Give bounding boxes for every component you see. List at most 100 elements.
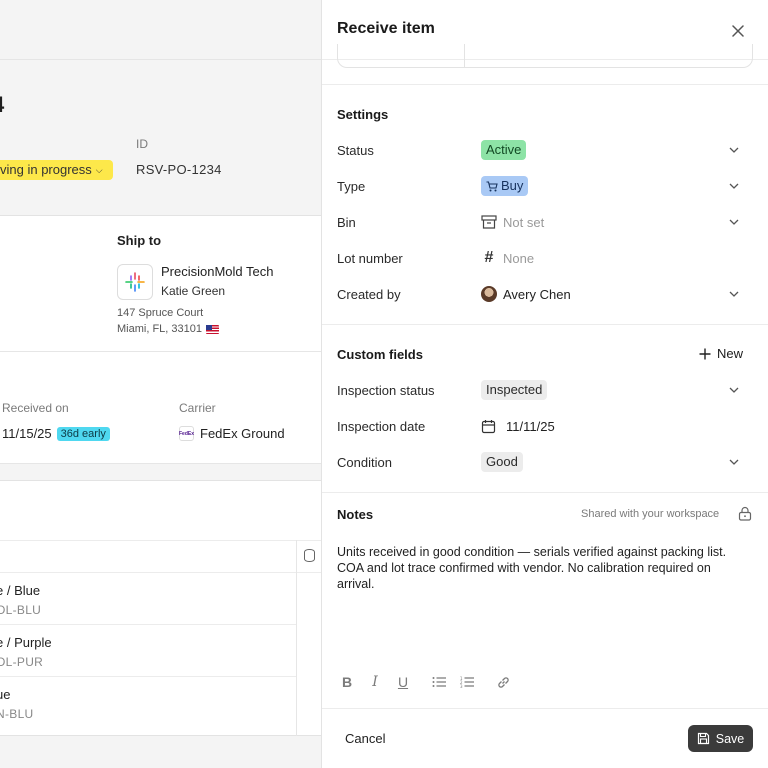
status-field[interactable]: Status Active [322, 136, 768, 164]
company-logo-icon [117, 264, 153, 300]
link-icon[interactable] [493, 672, 513, 692]
item-sku: N-BLU [0, 707, 34, 721]
background-page: 4 ving in progress ⌵ ID RSV-PO-1234 Ship… [0, 0, 321, 768]
cart-icon [486, 180, 498, 191]
settings-title: Settings [337, 107, 389, 122]
new-button-label: New [717, 346, 744, 361]
created-by-label: Created by [337, 287, 401, 302]
early-badge: 36d early [56, 426, 110, 441]
lot-number-label: Lot number [337, 251, 403, 266]
inspection-status-field[interactable]: Inspection status Inspected [322, 376, 768, 404]
notes-editor[interactable]: Units received in good condition — seria… [337, 544, 747, 592]
inspection-date-text: 11/11/25 [506, 418, 555, 434]
table-row[interactable]: e / Purple OL-PUR [0, 625, 296, 677]
ship-to-company: PrecisionMold Tech [161, 264, 274, 279]
item-name: e / Blue [0, 583, 41, 598]
save-icon [697, 732, 709, 745]
order-header: 4 ving in progress ⌵ ID RSV-PO-1234 [0, 60, 321, 216]
lock-icon [738, 506, 752, 521]
chevron-down-icon[interactable] [727, 179, 741, 193]
inspection-date-value: 11/11/25 [481, 416, 555, 436]
status-badge: Active [481, 140, 527, 160]
carrier-label: Carrier [179, 401, 216, 415]
database-icon[interactable] [304, 549, 315, 562]
chevron-down-icon[interactable] [727, 287, 741, 301]
avatar [481, 286, 497, 302]
type-label: Type [337, 179, 366, 194]
drawer-title: Receive item [337, 20, 435, 37]
settings-section: Settings Status Active Type Buy Bin Not … [322, 84, 768, 324]
ship-to-card: Ship to PrecisionMold Tech Katie Green 1… [0, 216, 321, 352]
order-status-label: ving in progress [0, 162, 92, 177]
notes-title: Notes [337, 507, 374, 522]
condition-field[interactable]: Condition Good [322, 448, 768, 476]
inspection-status-badge: Inspected [481, 380, 548, 400]
hash-icon: # [484, 249, 494, 266]
receipt-card: Received on 11/15/25 36d early Carrier F… [0, 352, 321, 464]
condition-label: Condition [337, 455, 392, 470]
save-label: Save [715, 731, 745, 746]
item-name: ue [0, 687, 11, 702]
save-button[interactable]: Save [688, 725, 753, 752]
chevron-down-icon[interactable] [727, 383, 741, 397]
id-label: ID [136, 137, 148, 151]
inspection-date-field[interactable]: Inspection date 11/11/25 [322, 412, 768, 440]
order-status-badge[interactable]: ving in progress ⌵ [0, 160, 113, 180]
chevron-down-icon[interactable] [727, 455, 741, 469]
chevron-down-icon[interactable] [727, 143, 741, 157]
custom-fields-title: Custom fields [337, 347, 423, 362]
type-badge-label: Buy [501, 178, 524, 193]
created-by-name: Avery Chen [503, 286, 571, 302]
item-name: e / Purple [0, 635, 52, 650]
status-label: Status [337, 143, 374, 158]
type-value: Buy [481, 176, 529, 196]
cancel-button[interactable]: Cancel [345, 731, 385, 746]
italic-icon[interactable]: I [365, 672, 385, 692]
us-flag-icon [205, 324, 219, 334]
ship-to-label: Ship to [117, 233, 162, 248]
carrier-name: FedEx Ground [200, 426, 285, 441]
received-on-label: Received on [2, 401, 69, 415]
archive-box-icon [481, 215, 497, 229]
lot-number-text: None [503, 250, 535, 266]
close-icon[interactable] [727, 20, 749, 42]
received-on-date: 11/15/25 [2, 426, 52, 441]
formatting-toolbar: B I U 123 [337, 672, 521, 692]
bin-field[interactable]: Bin Not set [322, 208, 768, 236]
bin-value-text: Not set [503, 214, 545, 230]
bin-value: Not set [481, 212, 544, 232]
numbered-list-icon[interactable]: 123 [457, 672, 477, 692]
bullet-list-icon[interactable] [429, 672, 449, 692]
table-row[interactable]: e / Blue OL-BLU [0, 573, 296, 625]
order-title: 4 [0, 92, 4, 118]
lot-number-value: # None [481, 248, 535, 268]
chevron-down-icon: ⌵ [95, 165, 103, 175]
carrier-value: FedEx FedEx Ground [179, 426, 285, 441]
ship-to-address-line2-text: Miami, FL, 33101 [117, 323, 202, 335]
condition-badge: Good [481, 452, 523, 472]
underline-icon[interactable]: U [393, 672, 413, 692]
lot-number-field[interactable]: Lot number # None [322, 244, 768, 272]
new-custom-field-button[interactable]: New [699, 346, 743, 361]
table-row[interactable]: ue N-BLU [0, 677, 296, 729]
notes-shared-text: Shared with your workspace [581, 508, 720, 520]
status-value: Active [481, 140, 527, 160]
drawer-footer: Cancel Save [322, 708, 768, 768]
ship-to-address-line1: 147 Spruce Court [117, 307, 204, 319]
bold-icon[interactable]: B [337, 672, 357, 692]
inspection-status-value: Inspected [481, 380, 548, 400]
receive-item-drawer: Receive item Settings Status Active Type… [321, 0, 768, 768]
top-bar [0, 0, 321, 60]
column-divider [296, 540, 297, 736]
type-field[interactable]: Type Buy [322, 172, 768, 200]
fedex-logo-icon: FedEx [179, 426, 194, 441]
items-table: e / Blue OL-BLU e / Purple OL-PUR ue N-B… [0, 480, 321, 736]
created-by-value: Avery Chen [481, 284, 571, 304]
chevron-down-icon[interactable] [727, 215, 741, 229]
svg-text:3: 3 [460, 684, 463, 688]
id-value: RSV-PO-1234 [136, 162, 222, 177]
ship-to-address-line2: Miami, FL, 33101 [117, 323, 219, 335]
calendar-icon [481, 419, 496, 433]
created-by-field[interactable]: Created by Avery Chen [322, 280, 768, 308]
type-badge: Buy [481, 176, 529, 196]
